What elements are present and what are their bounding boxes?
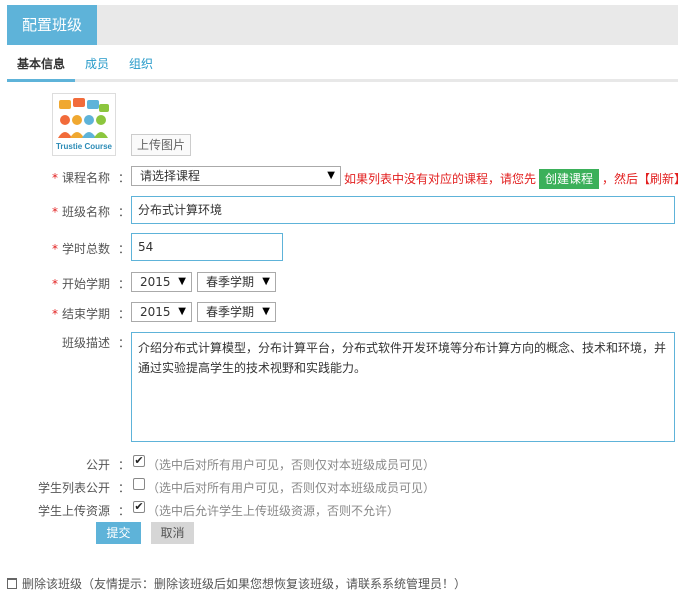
course-label: * 课程名称 bbox=[51, 171, 110, 185]
start-season-select[interactable]: 春季学期 ▼ bbox=[197, 272, 276, 292]
delete-class-row: 删除该班级（友情提示：删除该班级后如果您想恢复该班级，请联系系统管理员！） bbox=[7, 575, 466, 592]
chevron-down-icon: ▼ bbox=[262, 306, 270, 317]
end-year-select[interactable]: 2015 ▼ bbox=[131, 302, 192, 322]
chevron-down-icon: ▼ bbox=[262, 276, 270, 287]
refresh-link[interactable]: ，然后【刷新】 bbox=[602, 172, 686, 186]
colon: ： bbox=[118, 481, 131, 495]
hours-label: * 学时总数 bbox=[51, 242, 110, 256]
colon: ： bbox=[118, 205, 131, 219]
student-upload-checkbox[interactable]: ✔ bbox=[133, 501, 145, 513]
class-name-label: * 班级名称 bbox=[51, 205, 110, 219]
student-list-public-checkbox[interactable] bbox=[133, 478, 145, 490]
end-season-select[interactable]: 春季学期 ▼ bbox=[197, 302, 276, 322]
colon: ： bbox=[118, 458, 131, 472]
public-note: （选中后对所有用户可见，否则仅对本班级成员可见） bbox=[147, 458, 436, 472]
tab-bar: 基本信息 成员 组织 bbox=[7, 56, 678, 82]
tab-basic-info[interactable]: 基本信息 bbox=[7, 56, 75, 82]
colon: ： bbox=[118, 171, 131, 185]
public-label: 公开 bbox=[85, 458, 110, 472]
tab-organization[interactable]: 组织 bbox=[129, 56, 153, 82]
create-course-button[interactable]: 创建课程 bbox=[539, 169, 600, 189]
end-term-label: * 结束学期 bbox=[51, 307, 110, 321]
description-label: 班级描述 bbox=[61, 336, 110, 350]
class-name-input[interactable]: 分布式计算环境 bbox=[131, 196, 675, 224]
start-term-label: * 开始学期 bbox=[51, 277, 110, 291]
page-header: 配置班级 bbox=[7, 5, 678, 45]
colon: ： bbox=[118, 504, 131, 518]
upload-image-button[interactable]: 上传图片 bbox=[131, 134, 191, 156]
colon: ： bbox=[118, 242, 131, 256]
course-select[interactable]: 请选择课程 ▼ bbox=[131, 166, 341, 186]
student-upload-note: （选中后允许学生上传班级资源，否则不允许） bbox=[147, 504, 400, 518]
start-year-select[interactable]: 2015 ▼ bbox=[131, 272, 192, 292]
student-list-public-label: 学生列表公开 bbox=[37, 481, 110, 495]
submit-button[interactable]: 提交 bbox=[96, 522, 141, 544]
cancel-button[interactable]: 取消 bbox=[151, 522, 194, 544]
chevron-down-icon: ▼ bbox=[327, 170, 335, 181]
colon: ： bbox=[118, 277, 131, 291]
delete-class-link[interactable]: 删除该班级 bbox=[22, 577, 82, 591]
student-upload-label: 学生上传资源 bbox=[37, 504, 110, 518]
student-list-public-note: （选中后对所有用户可见，否则仅对本班级成员可见） bbox=[147, 481, 436, 495]
chevron-down-icon: ▼ bbox=[178, 306, 186, 317]
delete-note: （友情提示：删除该班级后如果您想恢复该班级，请联系系统管理员！） bbox=[82, 577, 467, 591]
tab-members[interactable]: 成员 bbox=[85, 56, 109, 82]
chevron-down-icon: ▼ bbox=[178, 276, 186, 287]
course-hint: 如果列表中没有对应的课程，请您先 创建课程 ，然后【刷新】 bbox=[344, 169, 686, 189]
hours-input[interactable]: 54 bbox=[131, 233, 283, 261]
logo-text: Trustie Course bbox=[55, 142, 112, 151]
page-title: 配置班级 bbox=[7, 5, 97, 45]
public-checkbox[interactable]: ✔ bbox=[133, 455, 145, 467]
colon: ： bbox=[118, 336, 131, 350]
class-logo: Trustie Course bbox=[52, 93, 116, 156]
description-textarea[interactable]: 介绍分布式计算模型，分布计算平台，分布式软件开发环境等分布计算方向的概念、技术和… bbox=[131, 332, 675, 442]
colon: ： bbox=[118, 307, 131, 321]
trash-icon[interactable] bbox=[7, 578, 17, 589]
people-chat-icon bbox=[58, 98, 109, 138]
